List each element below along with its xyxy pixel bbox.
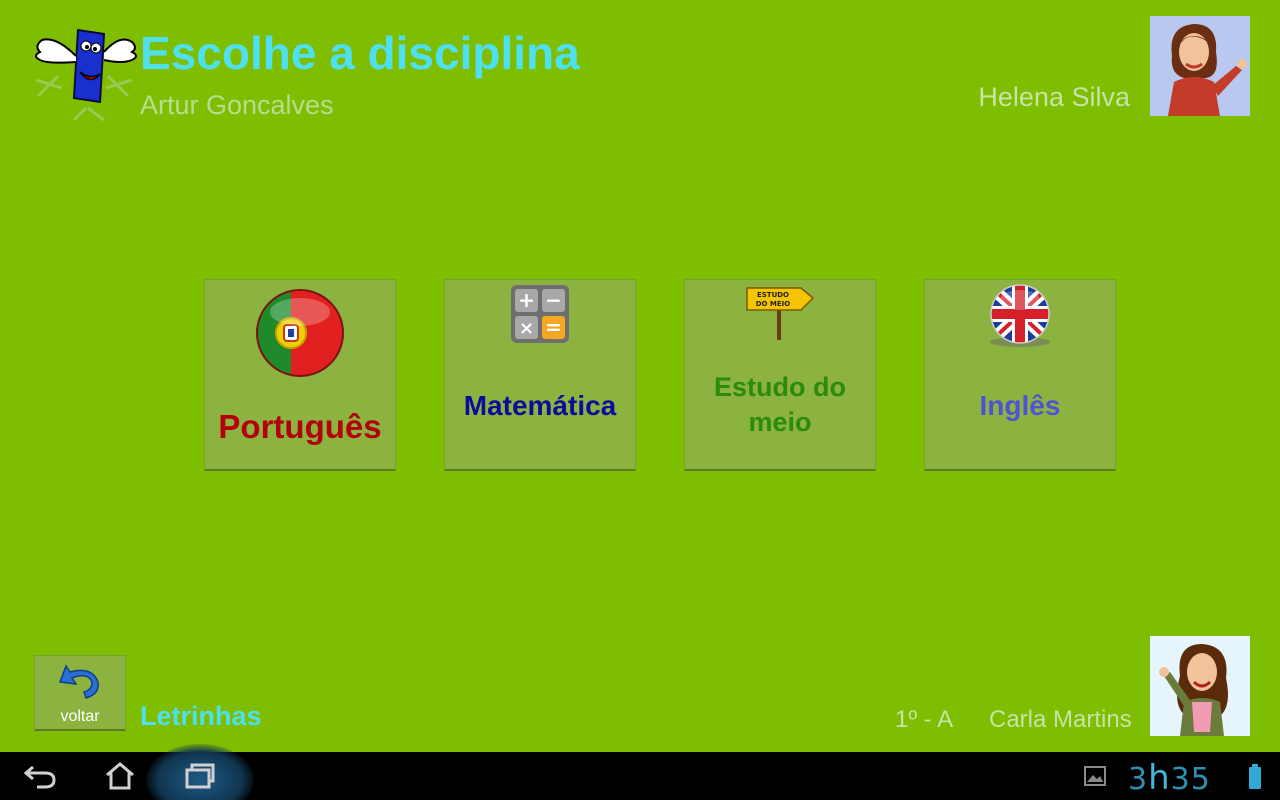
subject-portugues-button[interactable]: Português <box>204 279 396 471</box>
undo-arrow-icon <box>58 664 99 699</box>
gallery-notification-icon[interactable] <box>1084 766 1106 786</box>
clock-separator: h <box>1148 758 1171 798</box>
uk-flag-icon <box>990 284 1050 347</box>
subject-matematica-button[interactable]: + − × = Matemática <box>444 279 636 471</box>
back-arrow-icon <box>23 765 56 789</box>
recent-apps-nav-button[interactable] <box>170 752 230 800</box>
system-nav-bar: 3h35 <box>0 744 1280 800</box>
clock-minutes: 35 <box>1170 762 1211 797</box>
letrinhas-logo-icon <box>35 28 137 122</box>
subject-label: Inglês <box>979 390 1061 421</box>
signpost-text: ESTUDO <box>757 291 789 299</box>
svg-text:=: = <box>545 315 562 339</box>
subject-label: Português <box>218 408 382 445</box>
status-clock: 3h35 <box>1128 758 1211 798</box>
teacher-name-top: Helena Silva <box>978 82 1130 112</box>
clock-hours: 3 <box>1128 762 1149 797</box>
teacher-avatar-bottom-icon[interactable] <box>1150 636 1250 736</box>
svg-text:DO MEIO: DO MEIO <box>756 300 791 308</box>
page-title: Escolhe a disciplina <box>140 27 580 79</box>
svg-text:+: + <box>518 288 535 312</box>
signpost-icon: ESTUDO DO MEIO <box>746 287 815 340</box>
app-screen: Escolhe a disciplina Artur Goncalves Hel… <box>0 0 1280 752</box>
recent-apps-icon <box>185 763 215 789</box>
subject-label: Matemática <box>463 390 617 421</box>
class-label: 1º - A <box>895 706 954 733</box>
back-nav-button[interactable] <box>10 752 70 800</box>
student-name: Artur Goncalves <box>140 90 334 120</box>
home-nav-button[interactable] <box>90 752 150 800</box>
subject-ingles-button[interactable]: Inglês <box>924 279 1116 471</box>
calculator-icon: + − × = <box>511 285 569 343</box>
svg-text:×: × <box>519 318 534 339</box>
teacher-name-bottom: Carla Martins <box>989 706 1132 733</box>
subject-label: Estudo do meio <box>714 372 846 437</box>
portugal-flag-icon <box>256 289 344 377</box>
subjects-grid: Português + − × = Matemática ESTUDO DO M <box>204 279 1116 471</box>
back-label: voltar <box>60 708 100 725</box>
subject-estudo-do-meio-button[interactable]: ESTUDO DO MEIO Estudo do meio <box>684 279 876 471</box>
home-icon <box>106 762 134 790</box>
back-button[interactable]: voltar <box>34 655 126 731</box>
battery-icon <box>1249 764 1261 789</box>
app-name: Letrinhas <box>140 701 262 731</box>
svg-text:−: − <box>545 288 562 312</box>
teacher-avatar-icon[interactable] <box>1150 16 1250 116</box>
